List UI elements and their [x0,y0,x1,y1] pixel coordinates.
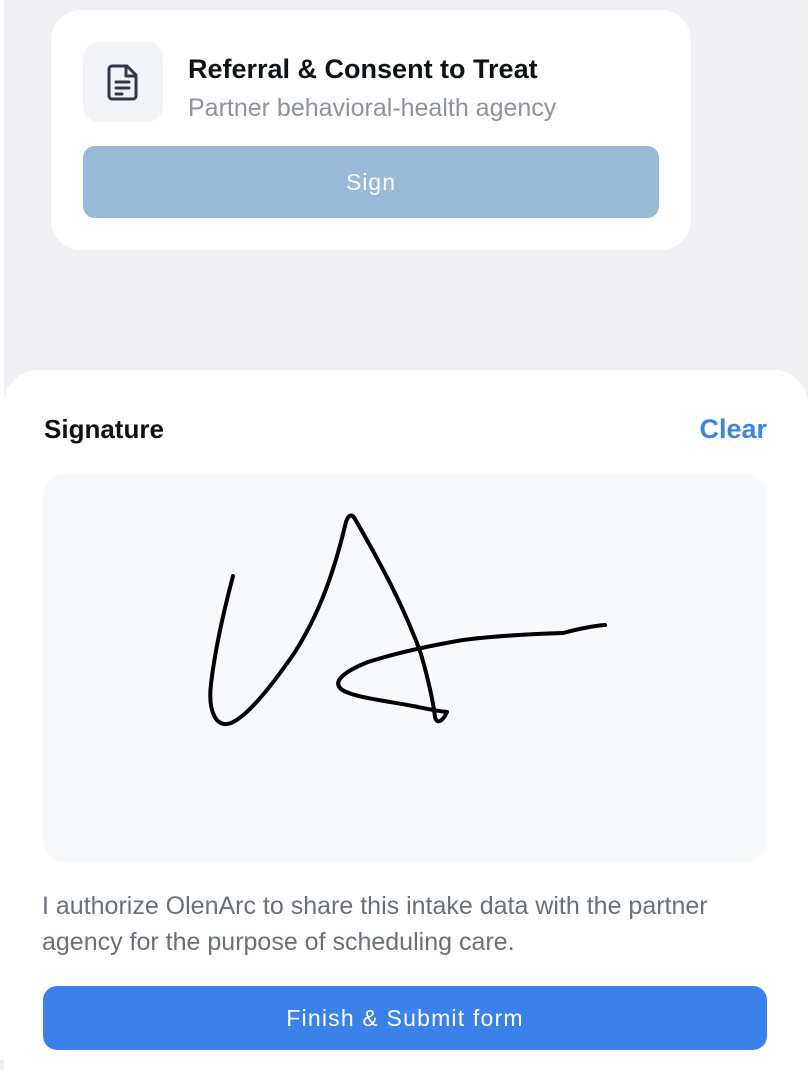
document-title: Referral & Consent to Treat [188,54,538,84]
consent-text: I authorize OlenArc to share this intake… [42,892,708,956]
signature-pad[interactable] [43,474,767,862]
signature-drawing [208,513,607,727]
signature-sheet: Signature Clear I authorize OlenArc to s… [4,370,808,1070]
clear-signature-button[interactable]: Clear [699,414,767,445]
document-card: Referral & Consent to Treat Partner beha… [51,10,691,250]
document-subtitle: Partner behavioral-health agency [188,94,557,122]
sign-button[interactable]: Sign [83,146,659,218]
document-icon [83,42,163,122]
submit-form-button[interactable]: Finish & Submit form [43,986,767,1050]
signature-title: Signature [44,414,164,444]
